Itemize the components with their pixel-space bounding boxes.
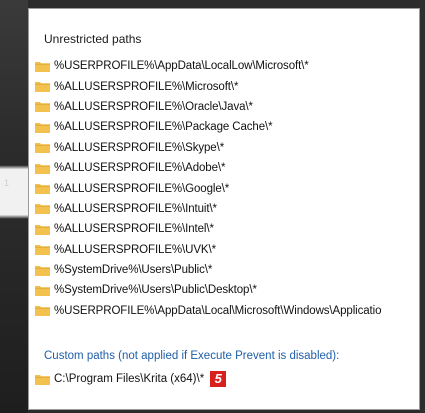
folder-icon [35, 285, 50, 296]
folder-icon [35, 61, 50, 72]
path-item[interactable]: %ALLUSERSPROFILE%\Intuit\* [35, 199, 419, 219]
path-text: %ALLUSERSPROFILE%\Adobe\* [54, 162, 226, 175]
custom-path-item[interactable]: C:\Program Files\Krita (x64)\* 5 [35, 369, 227, 389]
unrestricted-paths-header: Unrestricted paths [44, 32, 142, 46]
path-item[interactable]: %ALLUSERSPROFILE%\Intel\* [35, 219, 419, 239]
path-text: %ALLUSERSPROFILE%\UVK\* [54, 243, 216, 256]
custom-path-text: C:\Program Files\Krita (x64)\* [54, 373, 205, 385]
right-edge [420, 0, 425, 413]
path-item[interactable]: %ALLUSERSPROFILE%\Package Cache\* [35, 117, 419, 137]
folder-icon [35, 374, 50, 385]
unrestricted-paths-list: %USERPROFILE%\AppData\LocalLow\Microsoft… [35, 56, 419, 321]
path-item[interactable]: %SystemDrive%\Users\Public\Desktop\* [35, 280, 419, 300]
folder-icon [35, 122, 50, 133]
folder-icon [35, 306, 50, 317]
folder-icon [35, 265, 50, 276]
path-text: %SystemDrive%\Users\Public\Desktop\* [54, 284, 257, 297]
paths-panel: Unrestricted paths %USERPROFILE%\AppData… [28, 8, 420, 410]
path-text: %ALLUSERSPROFILE%\Intuit\* [54, 202, 217, 215]
step-number-badge: 5 [210, 371, 227, 387]
path-item[interactable]: %USERPROFILE%\AppData\LocalLow\Microsoft… [35, 56, 419, 76]
folder-icon [35, 143, 50, 154]
path-text: %SystemDrive%\Users\Public\* [54, 264, 213, 277]
path-item[interactable]: %ALLUSERSPROFILE%\UVK\* [35, 240, 419, 260]
path-item[interactable]: %ALLUSERSPROFILE%\Oracle\Java\* [35, 97, 419, 117]
folder-icon [35, 204, 50, 215]
path-item[interactable]: %SystemDrive%\Users\Public\* [35, 260, 419, 280]
path-text: %USERPROFILE%\AppData\LocalLow\Microsoft… [54, 60, 309, 73]
path-item[interactable]: %ALLUSERSPROFILE%\Google\* [35, 178, 419, 198]
path-text: %ALLUSERSPROFILE%\Skype\* [54, 141, 225, 154]
path-item[interactable]: %ALLUSERSPROFILE%\Adobe\* [35, 158, 419, 178]
folder-icon [35, 184, 50, 195]
path-text: %ALLUSERSPROFILE%\Oracle\Java\* [54, 100, 253, 113]
path-item[interactable]: %ALLUSERSPROFILE%\Microsoft\* [35, 76, 419, 96]
path-text: %ALLUSERSPROFILE%\Google\* [54, 182, 230, 195]
folder-icon [35, 82, 50, 93]
path-item[interactable]: %USERPROFILE%\AppData\Local\Microsoft\Wi… [35, 301, 419, 321]
folder-icon [35, 163, 50, 174]
path-item[interactable]: %ALLUSERSPROFILE%\Skype\* [35, 138, 419, 158]
folder-icon [35, 102, 50, 113]
folder-icon [35, 224, 50, 235]
custom-paths-label: Custom paths (not applied if Execute Pre… [44, 350, 340, 362]
folder-icon [35, 245, 50, 256]
path-text: %ALLUSERSPROFILE%\Package Cache\* [54, 121, 273, 134]
path-text: %ALLUSERSPROFILE%\Intel\* [54, 223, 214, 236]
path-text: %ALLUSERSPROFILE%\Microsoft\* [54, 80, 239, 93]
side-mark: 1 [4, 178, 10, 188]
path-text: %USERPROFILE%\AppData\Local\Microsoft\Wi… [54, 304, 382, 317]
left-sidebar-edge: 1 [0, 0, 28, 413]
